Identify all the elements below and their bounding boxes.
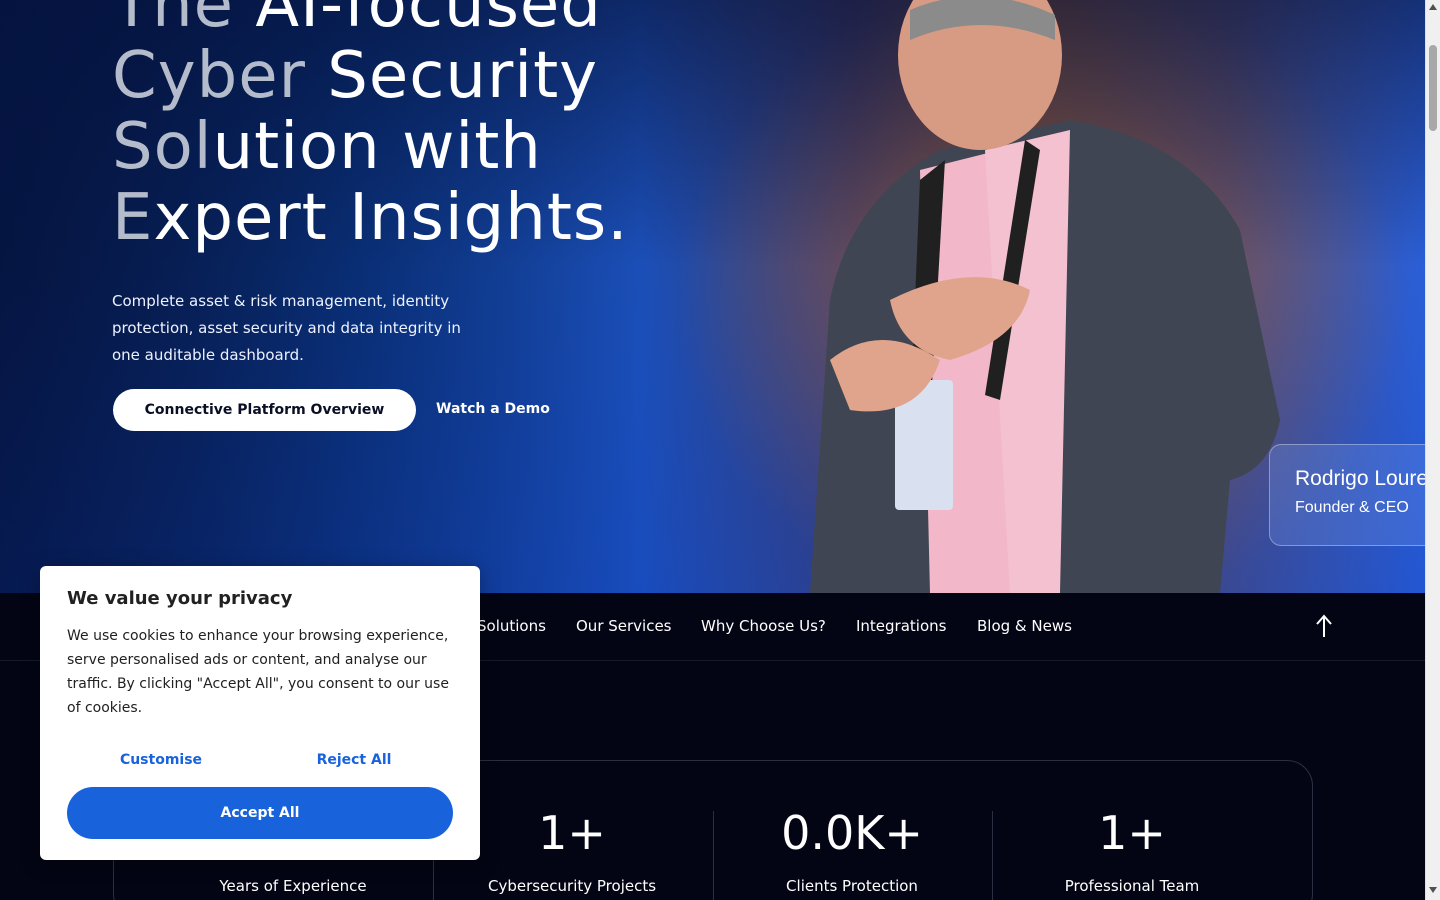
stat-item: 1+ Professional Team (992, 761, 1272, 895)
accept-all-button[interactable]: Accept All (67, 787, 453, 839)
cookie-text: We use cookies to enhance your browsing … (67, 628, 449, 716)
watch-demo-link[interactable]: Watch a Demo (436, 401, 550, 417)
nav-item-blog-news[interactable]: Blog & News (977, 617, 1072, 635)
stat-label: Years of Experience (219, 877, 367, 895)
profile-card: Rodrigo Loureiro Founder & CEO (1269, 444, 1425, 546)
nav-item-solutions[interactable]: Solutions (477, 617, 546, 635)
cookie-title: We value your privacy (67, 588, 293, 609)
hero-title-dim: The (112, 0, 256, 42)
platform-overview-button[interactable]: Connective Platform Overview (113, 389, 416, 431)
hero-title-bright: AI-focused (255, 0, 602, 42)
profile-name: Rodrigo Loureiro (1295, 467, 1425, 490)
stat-item: 0.0K+ Clients Protection (712, 761, 992, 895)
stat-label: Clients Protection (786, 877, 918, 895)
nav-item-integrations[interactable]: Integrations (856, 617, 946, 635)
hero-title-bright: ution with (212, 110, 542, 184)
hero-title-dim: E (112, 181, 154, 255)
hero-description: Complete asset & risk management, identi… (112, 292, 461, 364)
customise-button[interactable]: Customise (66, 752, 256, 768)
hero-title-dim: Cyber (112, 39, 328, 113)
hero-section: The AI-focused Cyber Security Solution w… (0, 0, 1425, 593)
hero-title: The AI-focused Cyber Security Solution w… (112, 0, 732, 254)
page-scrollbar[interactable] (1425, 0, 1440, 900)
speaker-photo (810, 0, 1280, 593)
stat-value: 1+ (1098, 806, 1166, 860)
scroll-up-icon[interactable] (1429, 4, 1437, 10)
scrollbar-thumb[interactable] (1429, 45, 1437, 131)
hero-title-bright: Security (327, 39, 599, 113)
reject-all-button[interactable]: Reject All (259, 752, 449, 768)
stat-label: Professional Team (1064, 877, 1200, 895)
hero-title-dim: Sol (112, 110, 213, 184)
profile-role: Founder & CEO (1295, 499, 1409, 516)
stat-label: Cybersecurity Projects (487, 877, 657, 895)
cookie-consent-dialog: We value your privacy We use cookies to … (40, 566, 480, 860)
stat-value: 0.0K+ (781, 806, 923, 860)
scroll-down-icon[interactable] (1429, 887, 1437, 893)
nav-item-why-choose-us[interactable]: Why Choose Us? (701, 617, 826, 635)
nav-item-our-services[interactable]: Our Services (576, 617, 672, 635)
arrow-up-icon[interactable] (1312, 613, 1336, 639)
hero-title-bright: xpert Insights. (153, 181, 629, 255)
